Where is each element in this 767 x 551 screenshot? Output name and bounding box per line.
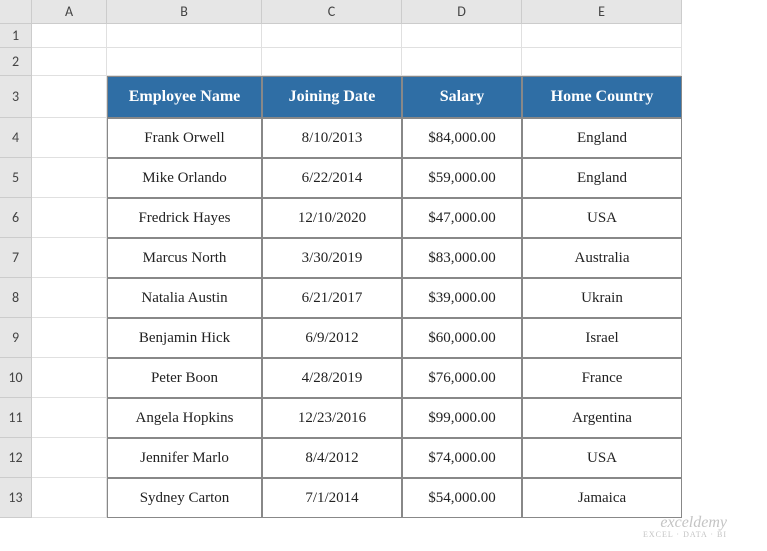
table-data-cell[interactable]: 3/30/2019 bbox=[262, 238, 402, 278]
table-data-cell[interactable]: $83,000.00 bbox=[402, 238, 522, 278]
row-header-2[interactable]: 2 bbox=[0, 48, 32, 76]
row-header-13[interactable]: 13 bbox=[0, 478, 32, 518]
cell[interactable] bbox=[402, 24, 522, 48]
cell[interactable] bbox=[32, 158, 107, 198]
table-data-cell[interactable]: $99,000.00 bbox=[402, 398, 522, 438]
cell[interactable] bbox=[32, 398, 107, 438]
table-data-cell[interactable]: Jamaica bbox=[522, 478, 682, 518]
cell[interactable] bbox=[107, 24, 262, 48]
row-header-12[interactable]: 12 bbox=[0, 438, 32, 478]
cell[interactable] bbox=[262, 48, 402, 76]
row-header-11[interactable]: 11 bbox=[0, 398, 32, 438]
table-data-cell[interactable]: USA bbox=[522, 438, 682, 478]
cell[interactable] bbox=[262, 24, 402, 48]
table-data-cell[interactable]: $74,000.00 bbox=[402, 438, 522, 478]
row-header-7[interactable]: 7 bbox=[0, 238, 32, 278]
select-all-corner[interactable] bbox=[0, 0, 32, 24]
cell[interactable] bbox=[32, 198, 107, 238]
cell[interactable] bbox=[32, 48, 107, 76]
row-headers: 12345678910111213 bbox=[0, 24, 32, 518]
table-data-cell[interactable]: Peter Boon bbox=[107, 358, 262, 398]
table-data-cell[interactable]: Marcus North bbox=[107, 238, 262, 278]
table-data-cell[interactable]: 12/10/2020 bbox=[262, 198, 402, 238]
row-header-1[interactable]: 1 bbox=[0, 24, 32, 48]
row-header-8[interactable]: 8 bbox=[0, 278, 32, 318]
cell[interactable] bbox=[107, 48, 262, 76]
row-header-4[interactable]: 4 bbox=[0, 118, 32, 158]
cell[interactable] bbox=[32, 318, 107, 358]
table-data-cell[interactable]: Israel bbox=[522, 318, 682, 358]
table-data-cell[interactable]: 4/28/2019 bbox=[262, 358, 402, 398]
table-data-cell[interactable]: England bbox=[522, 118, 682, 158]
watermark: exceldemy EXCEL · DATA · BI bbox=[643, 515, 727, 539]
table-data-cell[interactable]: $76,000.00 bbox=[402, 358, 522, 398]
table-data-cell[interactable]: 12/23/2016 bbox=[262, 398, 402, 438]
column-header-b[interactable]: B bbox=[107, 0, 262, 24]
table-data-cell[interactable]: 8/4/2012 bbox=[262, 438, 402, 478]
cell[interactable] bbox=[522, 24, 682, 48]
table-data-cell[interactable]: Mike Orlando bbox=[107, 158, 262, 198]
column-header-c[interactable]: C bbox=[262, 0, 402, 24]
table-header-cell[interactable]: Joining Date bbox=[262, 76, 402, 118]
cell[interactable] bbox=[32, 438, 107, 478]
table-data-cell[interactable]: USA bbox=[522, 198, 682, 238]
table-header-cell[interactable]: Home Country bbox=[522, 76, 682, 118]
cell[interactable] bbox=[402, 48, 522, 76]
table-data-cell[interactable]: Frank Orwell bbox=[107, 118, 262, 158]
table-data-cell[interactable]: $60,000.00 bbox=[402, 318, 522, 358]
spreadsheet: ABCDE 12345678910111213 Employee NameJoi… bbox=[0, 0, 767, 551]
table-data-cell[interactable]: Angela Hopkins bbox=[107, 398, 262, 438]
table-data-cell[interactable]: Sydney Carton bbox=[107, 478, 262, 518]
row-header-3[interactable]: 3 bbox=[0, 76, 32, 118]
table-data-cell[interactable]: Jennifer Marlo bbox=[107, 438, 262, 478]
cell[interactable] bbox=[32, 358, 107, 398]
table-data-cell[interactable]: Natalia Austin bbox=[107, 278, 262, 318]
row-header-6[interactable]: 6 bbox=[0, 198, 32, 238]
table-data-cell[interactable]: $54,000.00 bbox=[402, 478, 522, 518]
table-data-cell[interactable]: $47,000.00 bbox=[402, 198, 522, 238]
cell[interactable] bbox=[32, 238, 107, 278]
table-data-cell[interactable]: 6/9/2012 bbox=[262, 318, 402, 358]
cell[interactable] bbox=[32, 278, 107, 318]
column-header-d[interactable]: D bbox=[402, 0, 522, 24]
table-data-cell[interactable]: Argentina bbox=[522, 398, 682, 438]
row-header-5[interactable]: 5 bbox=[0, 158, 32, 198]
table-data-cell[interactable]: 8/10/2013 bbox=[262, 118, 402, 158]
table-header-cell[interactable]: Salary bbox=[402, 76, 522, 118]
row-header-9[interactable]: 9 bbox=[0, 318, 32, 358]
column-header-a[interactable]: A bbox=[32, 0, 107, 24]
cell[interactable] bbox=[32, 118, 107, 158]
row-header-10[interactable]: 10 bbox=[0, 358, 32, 398]
cell[interactable] bbox=[32, 478, 107, 518]
table-data-cell[interactable]: $39,000.00 bbox=[402, 278, 522, 318]
table-data-cell[interactable]: $84,000.00 bbox=[402, 118, 522, 158]
table-data-cell[interactable]: $59,000.00 bbox=[402, 158, 522, 198]
table-data-cell[interactable]: Fredrick Hayes bbox=[107, 198, 262, 238]
table-data-cell[interactable]: 7/1/2014 bbox=[262, 478, 402, 518]
cell[interactable] bbox=[32, 24, 107, 48]
watermark-sub: EXCEL · DATA · BI bbox=[643, 531, 727, 539]
cell-grid: Employee NameJoining DateSalaryHome Coun… bbox=[32, 24, 682, 518]
table-data-cell[interactable]: Ukrain bbox=[522, 278, 682, 318]
cell[interactable] bbox=[32, 76, 107, 118]
table-data-cell[interactable]: Benjamin Hick bbox=[107, 318, 262, 358]
cell[interactable] bbox=[522, 48, 682, 76]
table-data-cell[interactable]: 6/22/2014 bbox=[262, 158, 402, 198]
column-header-e[interactable]: E bbox=[522, 0, 682, 24]
column-headers: ABCDE bbox=[32, 0, 682, 24]
watermark-brand: exceldemy bbox=[660, 514, 727, 531]
table-data-cell[interactable]: France bbox=[522, 358, 682, 398]
table-data-cell[interactable]: Australia bbox=[522, 238, 682, 278]
table-header-cell[interactable]: Employee Name bbox=[107, 76, 262, 118]
table-data-cell[interactable]: England bbox=[522, 158, 682, 198]
table-data-cell[interactable]: 6/21/2017 bbox=[262, 278, 402, 318]
